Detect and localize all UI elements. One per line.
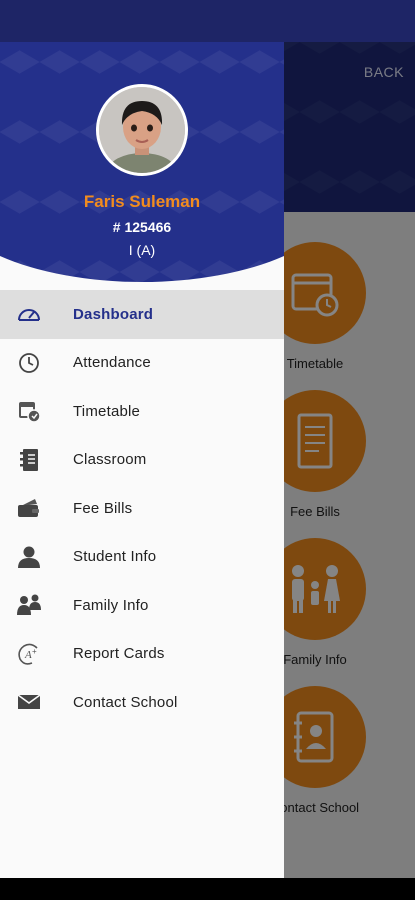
- navigation-drawer: Faris Suleman # 125466 I (A) Dashboard A…: [0, 42, 284, 878]
- menu-label: Classroom: [73, 451, 147, 469]
- menu-label: Family Info: [73, 596, 149, 614]
- drawer-menu: Dashboard Attendance Timetable Classroom…: [0, 290, 284, 727]
- menu-label: Fee Bills: [73, 499, 133, 517]
- menu-label: Attendance: [73, 354, 151, 372]
- menu-item-timetable[interactable]: Timetable: [0, 387, 284, 436]
- student-name: Faris Suleman: [83, 192, 201, 211]
- wallet-icon: [16, 495, 42, 521]
- menu-item-family-info[interactable]: Family Info: [0, 581, 284, 630]
- menu-item-dashboard[interactable]: Dashboard: [0, 290, 284, 339]
- dashboard-gauge-icon: [16, 301, 42, 327]
- menu-item-contact-school[interactable]: Contact School: [0, 678, 284, 727]
- calendar-icon: [16, 398, 42, 424]
- menu-label: Student Info: [73, 548, 157, 566]
- notebook-icon: [16, 447, 42, 473]
- person-icon: [16, 544, 42, 570]
- status-bar: [0, 0, 415, 42]
- menu-label: Dashboard: [73, 305, 154, 323]
- menu-item-student-info[interactable]: Student Info: [0, 533, 284, 582]
- clock-icon: [16, 350, 42, 376]
- grade-icon: A +: [16, 641, 42, 667]
- menu-label: Report Cards: [73, 645, 165, 663]
- menu-item-attendance[interactable]: Attendance: [0, 339, 284, 388]
- svg-text:A: A: [24, 649, 32, 661]
- system-navigation-bar: [0, 878, 415, 900]
- menu-label: Contact School: [73, 693, 178, 711]
- registration-number: # 125466: [112, 219, 172, 235]
- menu-item-report-cards[interactable]: A + Report Cards: [0, 630, 284, 679]
- menu-label: Timetable: [73, 402, 141, 420]
- menu-item-classroom[interactable]: Classroom: [0, 436, 284, 485]
- family-icon: [16, 592, 42, 618]
- class-section: I (A): [128, 242, 156, 258]
- svg-text:+: +: [32, 647, 37, 656]
- menu-item-fee-bills[interactable]: Fee Bills: [0, 484, 284, 533]
- mail-icon: [16, 689, 42, 715]
- avatar[interactable]: [96, 84, 188, 176]
